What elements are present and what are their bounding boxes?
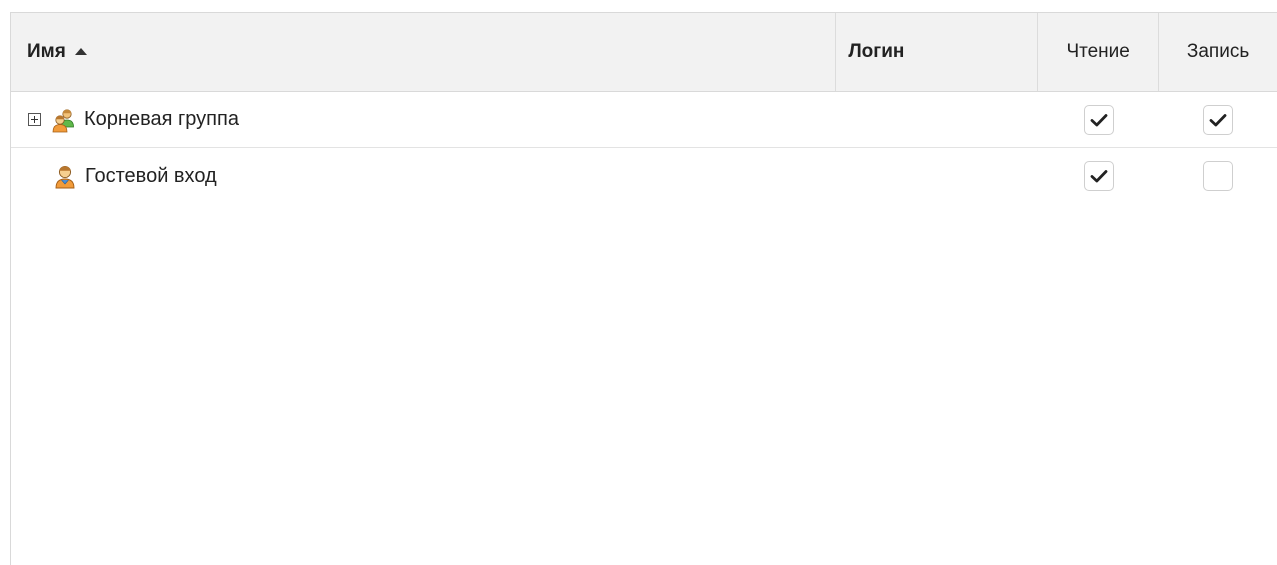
expand-plus-icon[interactable] [28, 113, 41, 126]
grid-header: Имя Логин Чтение Запись [11, 13, 1277, 92]
row-login-cell [836, 148, 1038, 204]
column-header-write[interactable]: Запись [1159, 13, 1277, 91]
row-read-cell [1038, 92, 1159, 147]
column-header-login[interactable]: Логин [836, 13, 1039, 91]
column-header-login-label: Логин [848, 41, 905, 62]
row-read-cell [1038, 148, 1159, 204]
row-login-cell [836, 92, 1038, 147]
column-header-write-label: Запись [1186, 41, 1250, 62]
permissions-grid: Имя Логин Чтение Запись Корневая группа … [10, 12, 1277, 565]
table-row[interactable]: Гостевой вход [11, 148, 1277, 204]
sort-ascending-icon [74, 47, 87, 55]
column-header-name[interactable]: Имя [11, 13, 837, 91]
read-checkbox[interactable] [1083, 161, 1114, 191]
row-name-label: Гостевой вход [85, 164, 217, 187]
checkmark-icon [1209, 113, 1227, 126]
checkmark-icon [1090, 170, 1108, 183]
read-checkbox[interactable] [1083, 104, 1114, 135]
row-name-cell: Гостевой вход [11, 148, 836, 204]
column-header-read[interactable]: Чтение [1038, 13, 1160, 91]
user-group-icon [52, 108, 74, 132]
write-checkbox[interactable] [1203, 104, 1234, 135]
column-header-read-label: Чтение [1066, 41, 1130, 62]
table-row[interactable]: Корневая группа [11, 92, 1277, 148]
checkmark-icon [1090, 113, 1108, 126]
row-write-cell [1159, 92, 1277, 147]
write-checkbox[interactable] [1203, 161, 1234, 191]
row-write-cell [1159, 148, 1277, 204]
column-header-name-label: Имя [27, 41, 66, 62]
row-name-cell: Корневая группа [11, 92, 836, 147]
user-icon [55, 165, 75, 189]
row-name-label: Корневая группа [84, 108, 239, 130]
